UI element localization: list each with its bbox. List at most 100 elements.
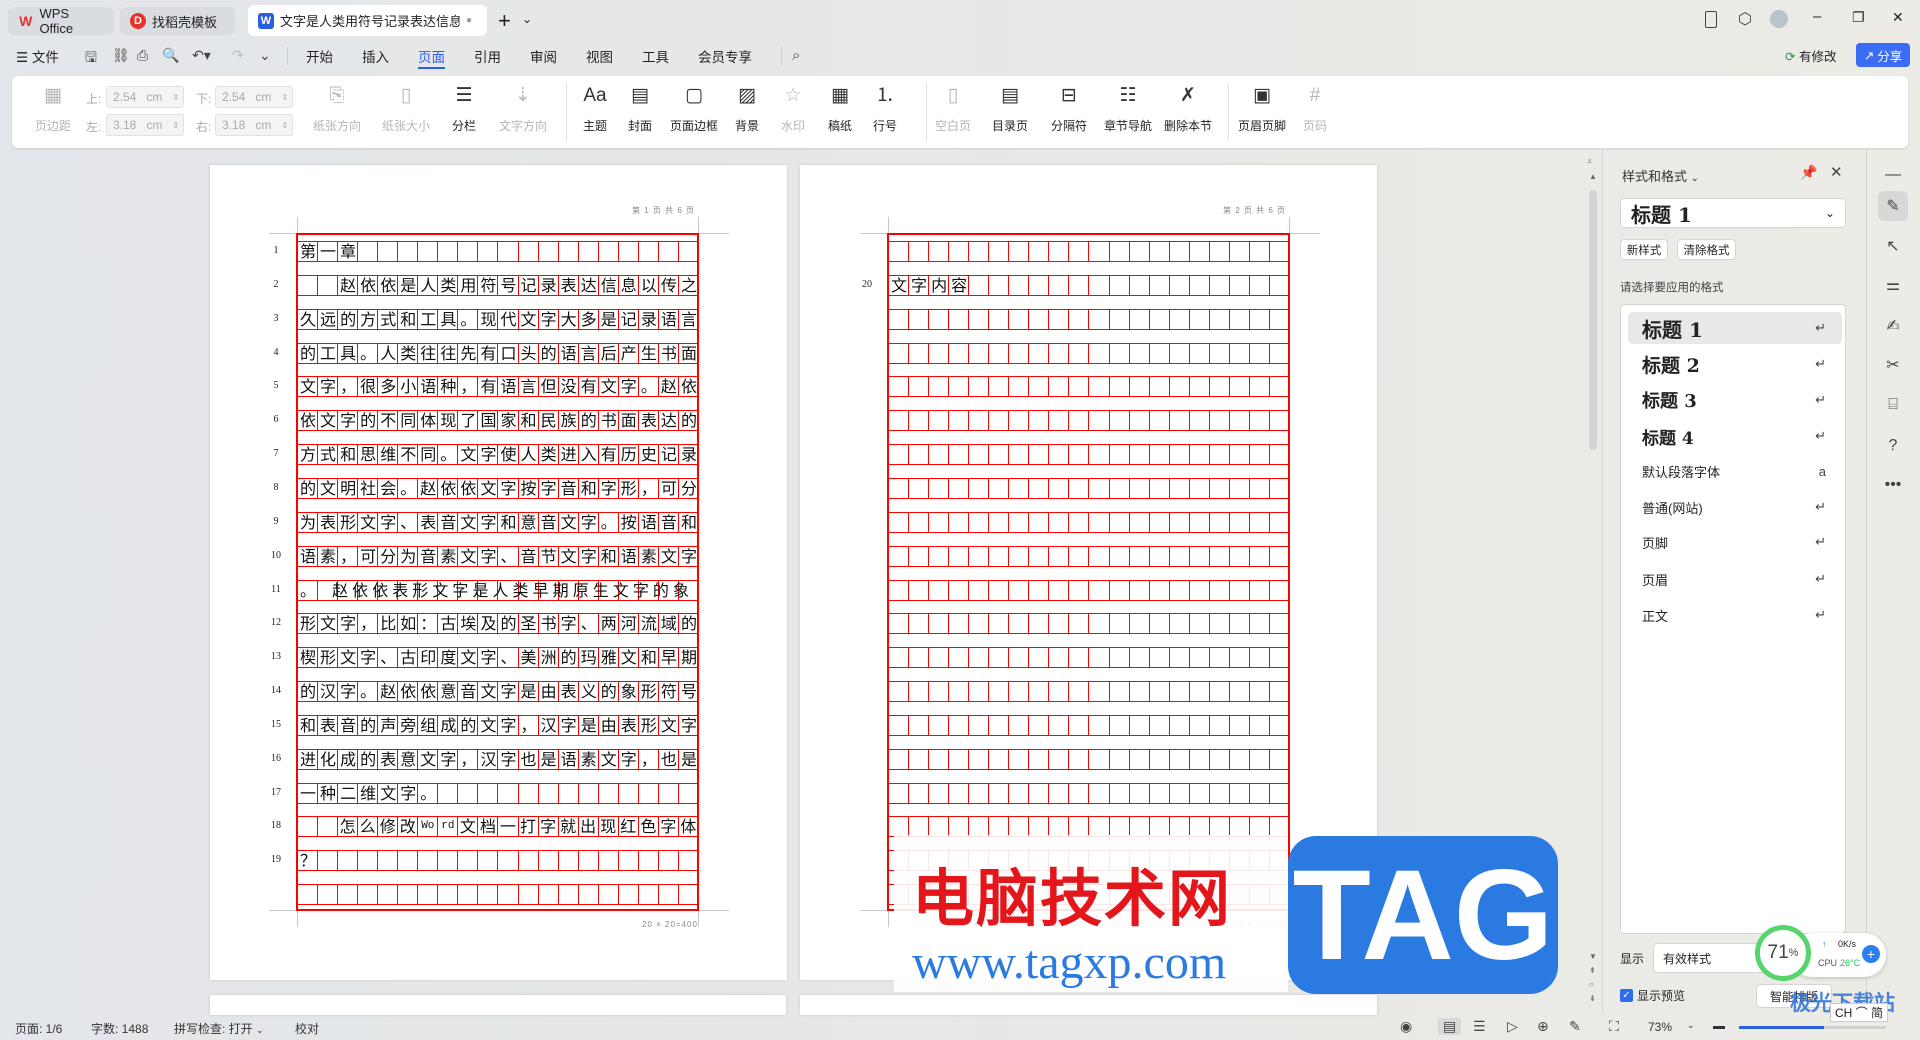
sliders-icon[interactable]: ⚌ — [1878, 270, 1908, 300]
grid-cell[interactable] — [1210, 242, 1230, 261]
grid-cell[interactable] — [1130, 343, 1150, 363]
grid-cell[interactable] — [1029, 411, 1050, 431]
grid-cell[interactable] — [1069, 783, 1090, 803]
grid-cell[interactable] — [1110, 343, 1130, 363]
grid-cell[interactable] — [1170, 749, 1190, 769]
phone-icon[interactable] — [1705, 11, 1717, 28]
grid-row[interactable] — [888, 308, 1290, 330]
grid-cell[interactable] — [1170, 275, 1190, 295]
current-style-dropdown[interactable]: 标题 1 ⌄ — [1620, 198, 1846, 228]
grid-cell[interactable] — [969, 309, 990, 329]
grid-cell[interactable] — [1029, 580, 1050, 600]
tab-member[interactable]: 会员专享 — [698, 46, 752, 66]
grid-cell[interactable] — [989, 783, 1010, 803]
grid-cell[interactable] — [1270, 614, 1290, 634]
grid-cell[interactable] — [1190, 343, 1210, 363]
grid-cell[interactable] — [1150, 343, 1170, 363]
pencil-icon[interactable]: ✎ — [1878, 191, 1908, 221]
tab-review[interactable]: 审阅 — [530, 46, 557, 66]
grid-cell[interactable] — [1230, 580, 1250, 600]
grid-cell[interactable] — [679, 851, 699, 871]
grid-cell[interactable] — [1049, 682, 1070, 702]
grid-cell[interactable] — [438, 242, 459, 261]
grid-cell[interactable] — [1170, 512, 1190, 532]
grid-cell[interactable] — [1009, 512, 1030, 532]
grid-cell[interactable] — [889, 309, 910, 329]
grid-cell[interactable] — [989, 749, 1010, 769]
grid-cell[interactable] — [1089, 614, 1110, 634]
modified-indicator[interactable]: ⟳ 有修改 — [1785, 46, 1836, 65]
grid-cell[interactable] — [889, 614, 910, 634]
scroll-top-icon[interactable]: ⩡ — [1587, 156, 1592, 167]
brush-icon[interactable]: ✍ — [1878, 311, 1908, 341]
grid-cell[interactable] — [639, 885, 659, 905]
margins-button[interactable]: ▦ 页边距 — [25, 84, 81, 134]
grid-cell[interactable] — [1170, 445, 1190, 465]
grid-cell[interactable] — [1230, 478, 1250, 498]
ribbon-button[interactable]: ☰ 分栏 — [436, 84, 492, 134]
grid-cell[interactable] — [1210, 817, 1230, 837]
grid-cell[interactable] — [1089, 715, 1110, 735]
grid-cell[interactable] — [599, 242, 619, 261]
panel-title[interactable]: 样式和格式 ⌄ — [1622, 166, 1699, 185]
grid-cell[interactable] — [519, 885, 539, 905]
grid-cell[interactable] — [1089, 580, 1110, 600]
grid-cell[interactable] — [909, 512, 930, 532]
grid-cell[interactable] — [579, 885, 599, 905]
grid-cell[interactable] — [929, 377, 950, 397]
grid-cell[interactable] — [929, 682, 950, 702]
grid-cell[interactable] — [1270, 478, 1290, 498]
grid-cell[interactable] — [398, 851, 419, 871]
grid-cell[interactable] — [1089, 512, 1110, 532]
book-search-icon[interactable]: ⌸ — [1878, 390, 1908, 420]
grid-cell[interactable] — [458, 242, 479, 261]
grid-cell[interactable] — [1029, 783, 1050, 803]
grid-cell[interactable] — [1170, 309, 1190, 329]
grid-cell[interactable] — [1130, 817, 1150, 837]
grid-cell[interactable] — [1029, 377, 1050, 397]
grid-cell[interactable] — [949, 445, 970, 465]
grid-cell[interactable]: 就 — [559, 817, 579, 837]
grid-cell[interactable] — [989, 309, 1010, 329]
grid-cell[interactable] — [909, 242, 930, 261]
grid-cell[interactable] — [1170, 817, 1190, 837]
more-icon[interactable]: ••• — [1878, 470, 1908, 500]
grid-cell[interactable] — [1049, 377, 1070, 397]
grid-cell[interactable] — [1230, 614, 1250, 634]
grid-cell[interactable] — [909, 715, 930, 735]
grid-cell[interactable] — [1210, 343, 1230, 363]
grid-cell[interactable] — [929, 749, 950, 769]
grid-cell[interactable] — [1089, 783, 1110, 803]
grid-row[interactable] — [888, 545, 1290, 567]
grid-cell[interactable] — [1009, 783, 1030, 803]
tab-docer-templates[interactable]: D 找稻壳模板 — [120, 7, 235, 35]
style-item[interactable]: 标题 1 ↵ — [1628, 312, 1842, 344]
grid-cell[interactable] — [1130, 411, 1150, 431]
page-nav-buttons[interactable]: ▼ ⇞ ○ ⇟ — [1589, 950, 1597, 1006]
grid-cell[interactable] — [679, 783, 699, 803]
minimize-button[interactable]: – — [1813, 8, 1821, 25]
grid-row[interactable] — [888, 647, 1290, 669]
grid-cell[interactable] — [1069, 749, 1090, 769]
grid-cell[interactable] — [1029, 242, 1050, 261]
grid-cell[interactable] — [969, 817, 990, 837]
grid-cell[interactable] — [1029, 343, 1050, 363]
tab-document[interactable]: W 文字是人类用符号记录表达信息以 ● — [248, 5, 487, 36]
more-quick-chevron-icon[interactable]: ⌄ — [259, 47, 271, 64]
ribbon-button[interactable]: ⊟ 分隔符 — [1041, 84, 1097, 134]
grid-cell[interactable] — [969, 614, 990, 634]
grid-cell[interactable] — [298, 885, 319, 905]
restore-button[interactable]: ❐ — [1852, 9, 1865, 26]
grid-cell[interactable] — [1230, 242, 1250, 261]
grid-cell[interactable] — [1009, 648, 1030, 668]
ribbon-button[interactable]: ✗ 删除本节 — [1160, 84, 1216, 134]
grid-cell[interactable] — [498, 885, 519, 905]
grid-cell[interactable] — [639, 783, 659, 803]
grid-cell[interactable] — [889, 478, 910, 498]
zoom-level[interactable]: 73% — [1648, 1020, 1672, 1034]
grid-cell[interactable] — [1069, 648, 1090, 668]
grid-cell[interactable] — [1250, 343, 1270, 363]
grid-cell[interactable] — [1089, 309, 1110, 329]
grid-cell[interactable] — [1049, 411, 1070, 431]
grid-cell[interactable] — [1069, 377, 1090, 397]
